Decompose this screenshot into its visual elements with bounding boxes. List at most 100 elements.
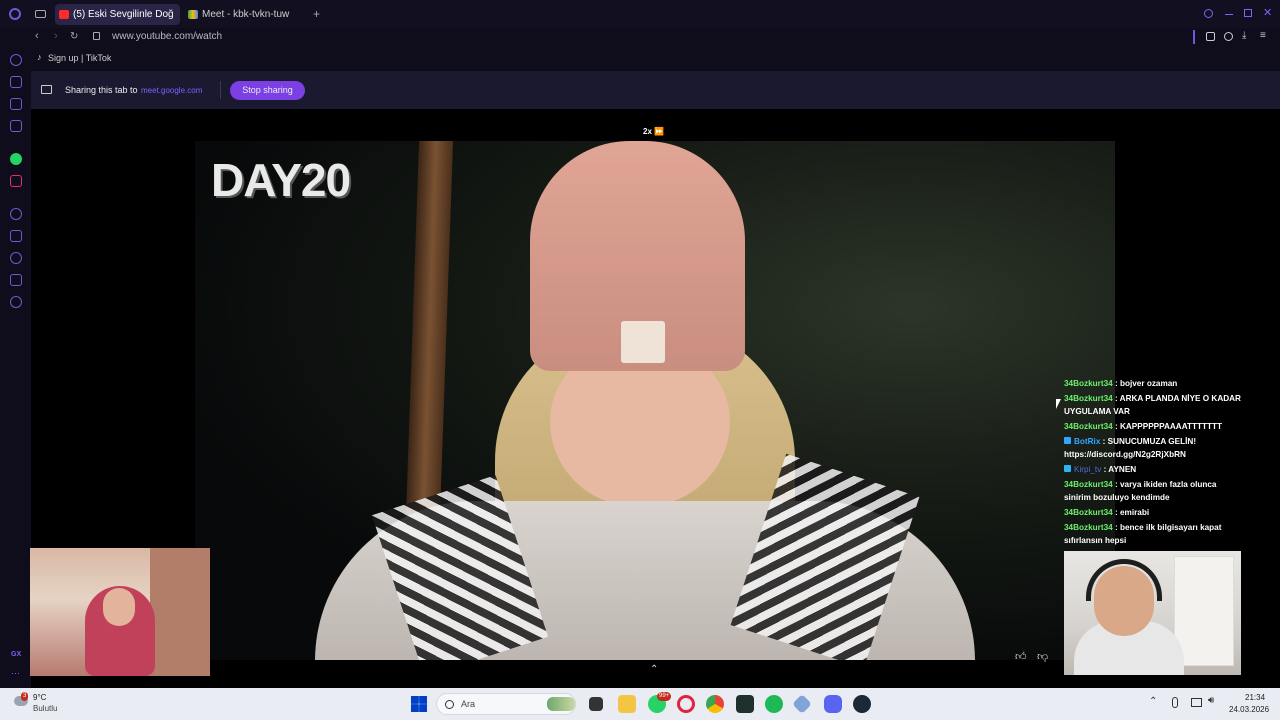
sidebar-pin-icon[interactable]	[10, 230, 22, 242]
sidebar-settings-icon[interactable]	[10, 296, 22, 308]
download-icon[interactable]: ⤓	[1242, 30, 1246, 41]
chat-username[interactable]: BotRix	[1074, 437, 1100, 446]
sidebar-instagram-icon[interactable]	[10, 175, 22, 187]
sidebar-gx-control-icon[interactable]	[10, 54, 22, 66]
clock-time[interactable]: 21:34	[1245, 693, 1265, 702]
spotify-icon[interactable]	[765, 695, 783, 713]
sidebar: GX ⋯	[0, 48, 31, 688]
volume-icon[interactable]: 🔊︎	[1208, 695, 1214, 706]
sidebar-history-icon[interactable]	[10, 252, 22, 264]
sidebar-gx-corner-icon[interactable]	[10, 76, 22, 88]
network-app-icon[interactable]	[792, 694, 812, 714]
sidebar-twitch-icon[interactable]	[10, 98, 22, 110]
tab-label: Meet - kbk-tvkn-tuw	[202, 9, 290, 20]
chat-text: : emirabi	[1112, 508, 1150, 517]
tab-meet[interactable]: Meet - kbk-tvkn-tuw	[184, 4, 306, 25]
chat-username[interactable]: 34Bozkurt34	[1064, 394, 1113, 403]
back-button[interactable]: ‹	[35, 30, 39, 42]
chat-message: 34Bozkurt34 : emirabi	[1064, 506, 1244, 519]
sidebar-more-icon[interactable]: ⋯	[11, 668, 20, 679]
sidebar-extensions-icon[interactable]	[10, 274, 22, 286]
chat-badge-icon	[1064, 437, 1071, 444]
steam-icon[interactable]	[853, 695, 871, 713]
tab-manager-icon[interactable]	[35, 10, 46, 18]
chat-username[interactable]: 34Bozkurt34	[1064, 508, 1113, 517]
weather-badge: 3	[21, 692, 29, 701]
webcam-right	[1064, 551, 1241, 675]
discord-icon[interactable]	[824, 695, 842, 713]
tab-youtube[interactable]: (5) Eski Sevgilinle Doğ	[55, 4, 180, 25]
chat-text: : AYNEN	[1101, 465, 1137, 474]
share-infobar: Sharing this tab to meet.google.com Stop…	[31, 71, 1280, 109]
address-bar-row: ‹ › ↻ www.youtube.com/watch ⤓ ≡	[0, 28, 1280, 48]
task-view-icon[interactable]	[589, 697, 603, 711]
search-tabs-icon[interactable]	[1204, 9, 1213, 18]
chat-username[interactable]: 34Bozkurt34	[1064, 480, 1113, 489]
chat-text: : bojver ozaman	[1112, 379, 1178, 388]
video-beanie-patch	[621, 321, 665, 363]
chevron-up-icon[interactable]: ⌃	[650, 664, 658, 675]
url-field[interactable]: www.youtube.com/watch	[112, 31, 222, 42]
like-icon[interactable]: 👍︎	[1015, 650, 1027, 663]
opera-gx-logo-icon[interactable]	[9, 8, 21, 20]
chat-overlay: 34Bozkurt34 : bojver ozaman 34Bozkurt34 :…	[1064, 377, 1244, 549]
screen-share-icon	[41, 85, 52, 94]
forward-button[interactable]: ›	[54, 30, 58, 42]
sidebar-player-icon[interactable]	[10, 208, 22, 220]
tiktok-icon: ♪	[37, 52, 42, 62]
tab-label: (5) Eski Sevgilinle Doğ	[73, 9, 174, 20]
share-divider	[220, 81, 221, 99]
mouse-cursor-icon	[1056, 399, 1061, 409]
chat-username[interactable]: 34Bozkurt34	[1064, 523, 1113, 532]
display-icon[interactable]	[1191, 698, 1202, 707]
chat-username[interactable]: Kirpi_tv	[1074, 465, 1101, 474]
sidebar-messenger-icon[interactable]	[10, 120, 22, 132]
chat-message: 34Bozkurt34 : ARKA PLANDA NİYE O KADAR U…	[1064, 392, 1244, 418]
chat-message: Kirpi_tv : AYNEN	[1064, 463, 1244, 476]
clock-date[interactable]: 24.03.2026	[1229, 705, 1269, 714]
profile-icon[interactable]	[1224, 32, 1233, 41]
bookmark-tiktok[interactable]: Sign up | TikTok	[48, 53, 111, 63]
tab-bar: (5) Eski Sevgilinle Doğ Meet - kbk-tvkn-…	[0, 0, 1280, 28]
search-highlight-icon	[547, 697, 575, 711]
whatsapp-badge: 99+	[657, 692, 672, 701]
webcam-right-shelf	[1174, 556, 1234, 666]
weather-desc[interactable]: Bulutlu	[33, 704, 57, 713]
file-explorer-icon[interactable]	[618, 695, 636, 713]
chat-message: BotRix : SUNUCUMUZA GELİN! https://disco…	[1064, 435, 1244, 461]
sidebar-divider	[1193, 30, 1195, 44]
chat-username[interactable]: 34Bozkurt34	[1064, 422, 1113, 431]
taskbar-search[interactable]: Ara	[436, 693, 576, 715]
playback-speed-indicator: 2x ⏩	[643, 127, 665, 136]
close-button[interactable]: ✕	[1263, 6, 1272, 19]
chrome-icon[interactable]	[706, 695, 724, 713]
new-tab-button[interactable]: +	[313, 7, 320, 21]
weather-temp[interactable]: 9°C	[33, 693, 46, 702]
sidebar-gx-label-icon[interactable]: GX	[11, 651, 21, 658]
show-hidden-icons-chevron-up-icon[interactable]: ⌃	[1149, 696, 1157, 707]
menu-icon[interactable]: ≡	[1260, 30, 1266, 41]
chat-message: 34Bozkurt34 : KAPPPPPPAAAATTTTTTT	[1064, 420, 1244, 433]
chat-text: : KAPPPPPPAAAATTTTTTT	[1112, 422, 1223, 431]
youtube-icon	[59, 10, 69, 19]
opera-gx-icon[interactable]	[677, 695, 695, 713]
reload-button[interactable]: ↻	[70, 31, 78, 42]
share-label: Sharing this tab to	[65, 85, 138, 95]
webcam-left	[30, 548, 210, 676]
minimize-button[interactable]	[1225, 14, 1233, 15]
lock-icon	[93, 32, 100, 40]
chat-username[interactable]: 34Bozkurt34	[1064, 379, 1113, 388]
extensions-icon[interactable]	[1206, 32, 1215, 41]
meet-icon	[188, 10, 198, 19]
terminal-app-icon[interactable]	[736, 695, 754, 713]
microphone-icon[interactable]	[1172, 697, 1178, 708]
stop-sharing-button[interactable]: Stop sharing	[230, 81, 305, 100]
dislike-icon[interactable]: 👎︎	[1037, 650, 1048, 663]
sidebar-whatsapp-icon[interactable]	[10, 153, 22, 165]
search-placeholder: Ara	[461, 699, 476, 709]
chat-message: 34Bozkurt34 : varya ikiden fazla olunca …	[1064, 478, 1244, 504]
share-host: meet.google.com	[141, 86, 203, 95]
windows-start-icon[interactable]	[411, 696, 427, 712]
maximize-button[interactable]	[1244, 9, 1252, 17]
video-frame[interactable]: DAY20	[195, 141, 1115, 660]
